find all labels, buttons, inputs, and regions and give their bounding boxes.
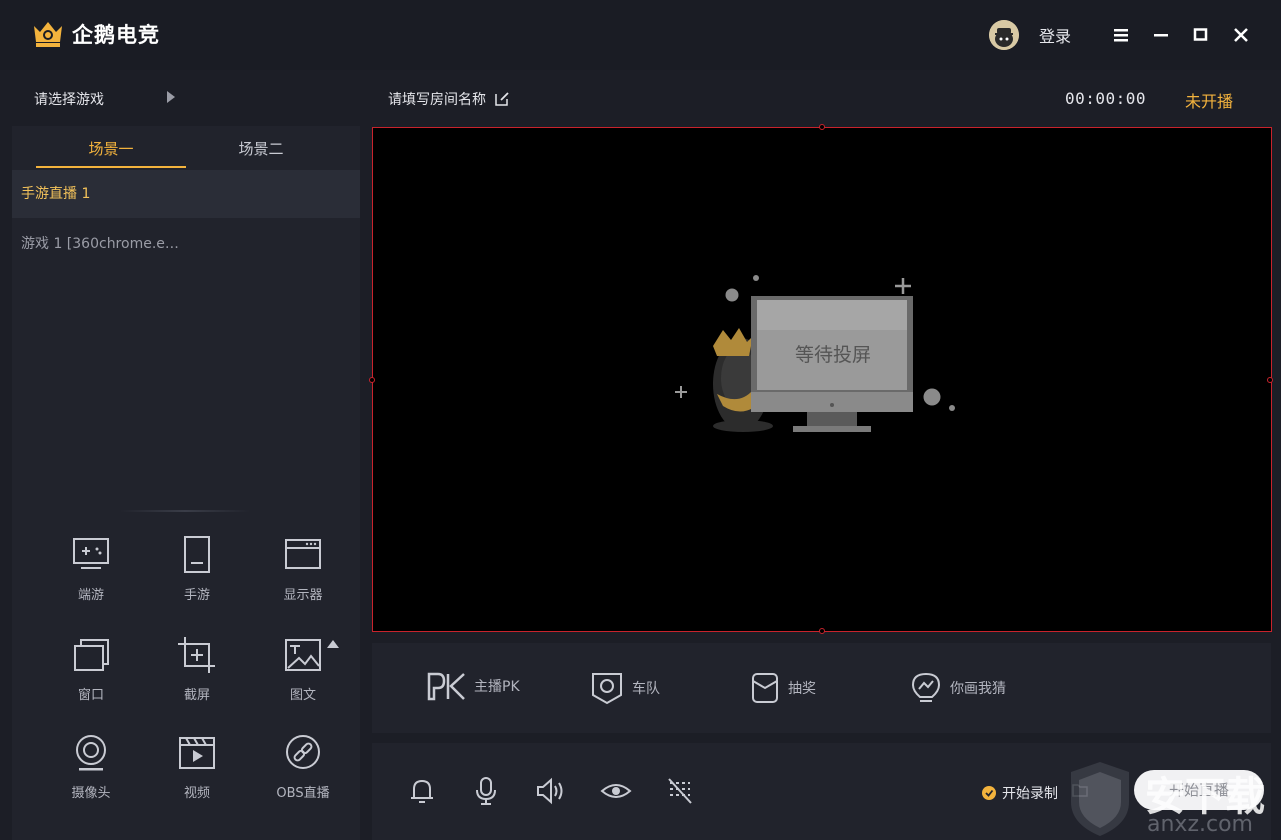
lottery-icon	[752, 673, 778, 703]
pc-game-icon	[73, 538, 109, 569]
tab-scene-1[interactable]: 场景一	[36, 138, 186, 159]
menu-icon	[1114, 29, 1128, 42]
maximize-icon	[1193, 28, 1208, 41]
bell-icon[interactable]	[406, 775, 438, 807]
check-icon	[985, 789, 994, 797]
user-avatar-icon	[988, 20, 1019, 50]
scene-tabs: 场景一 场景二	[12, 126, 360, 170]
feature-team-button[interactable]: 车队	[590, 671, 660, 705]
live-timer: 00:00:00	[1065, 89, 1147, 108]
mobile-game-icon	[184, 536, 210, 573]
room-name-text: 请填写房间名称	[388, 92, 486, 108]
source-image-text-button[interactable]: 图文	[248, 636, 358, 726]
login-link[interactable]: 登录	[1039, 23, 1071, 47]
source-label: OBS直播	[276, 786, 330, 801]
list-item[interactable]: 手游直播 1	[12, 170, 360, 218]
play-arrow-icon[interactable]	[166, 91, 176, 103]
source-pc-game-button[interactable]: 端游	[36, 536, 146, 626]
minimize-icon	[1154, 34, 1168, 37]
crown-logo-icon	[34, 22, 62, 47]
source-label: 端游	[77, 588, 104, 603]
close-icon	[1234, 28, 1248, 42]
title-bar: 企鹅电竞 登录	[0, 0, 1281, 70]
scene-panel: 场景一 场景二 手游直播 1 游戏 1 [360chrome.e… 端游 手游 …	[12, 126, 360, 840]
source-obs-button[interactable]: OBS直播	[248, 734, 358, 824]
image-text-icon	[285, 639, 339, 671]
app-logo: 企鹅电竞	[30, 16, 160, 52]
minimize-button[interactable]	[1141, 15, 1181, 55]
feature-bar: 主播PK 车队 抽奖 你画我猜	[372, 643, 1271, 733]
menu-button[interactable]	[1101, 15, 1141, 55]
eye-icon[interactable]	[600, 775, 632, 807]
room-name-field[interactable]: 请填写房间名称	[388, 89, 510, 109]
watermark: 安下载 anxz.com	[1065, 758, 1281, 840]
source-screenshot-button[interactable]: 截屏	[142, 636, 252, 726]
feature-label: 你画我猜	[950, 681, 1006, 697]
record-label: 开始录制	[1002, 786, 1058, 802]
source-label: 图文	[289, 688, 316, 703]
resize-handle-right[interactable]	[1267, 377, 1273, 383]
resize-handle-top[interactable]	[819, 124, 825, 130]
feature-draw-guess-button[interactable]: 你画我猜	[910, 671, 1006, 705]
window-icon	[74, 639, 109, 671]
source-mobile-game-button[interactable]: 手游	[142, 536, 252, 626]
source-camera-button[interactable]: 摄像头	[36, 734, 146, 824]
shield-icon	[1071, 762, 1129, 836]
source-window-button[interactable]: 窗口	[36, 636, 146, 726]
source-label: 显示器	[283, 588, 323, 603]
pk-icon	[427, 672, 465, 701]
draw-guess-icon	[911, 672, 941, 702]
record-checkbox[interactable]	[982, 786, 996, 800]
source-monitor-button[interactable]: 显示器	[248, 536, 358, 626]
game-select[interactable]: 请选择游戏	[34, 89, 104, 109]
feature-lottery-button[interactable]: 抽奖	[750, 671, 816, 705]
feature-pk-button[interactable]: 主播PK	[426, 671, 520, 701]
window-controls: 登录	[988, 0, 1281, 70]
watermark-sub: anxz.com	[1147, 812, 1253, 837]
resize-handle-left[interactable]	[369, 377, 375, 383]
camera-icon	[76, 735, 106, 771]
feature-label: 车队	[632, 681, 660, 697]
monitor-icon	[285, 539, 321, 569]
avatar[interactable]	[988, 20, 1019, 50]
video-icon	[179, 737, 215, 769]
source-label: 手游	[183, 588, 210, 603]
edit-icon[interactable]	[494, 91, 510, 107]
record-toggle[interactable]: 开始录制	[982, 783, 1058, 803]
source-label: 摄像头	[71, 786, 111, 801]
list-item[interactable]: 游戏 1 [360chrome.e…	[12, 220, 360, 268]
divider	[120, 510, 250, 512]
close-button[interactable]	[1221, 15, 1261, 55]
obs-link-icon	[286, 735, 320, 769]
microphone-icon[interactable]	[470, 775, 502, 807]
resize-handle-bottom[interactable]	[819, 628, 825, 634]
source-label: 截屏	[183, 688, 210, 703]
maximize-button[interactable]	[1181, 15, 1221, 55]
live-status-badge: 未开播	[1185, 92, 1234, 111]
tab-scene-2[interactable]: 场景二	[186, 138, 336, 159]
speaker-icon[interactable]	[534, 775, 566, 807]
source-label: 窗口	[77, 688, 104, 703]
app-name: 企鹅电竞	[72, 23, 160, 47]
active-tab-underline	[36, 166, 186, 168]
preview-canvas[interactable]: 等待投屏	[369, 124, 1273, 634]
source-video-button[interactable]: 视频	[142, 734, 252, 824]
effects-off-icon[interactable]	[664, 775, 696, 807]
room-info-bar: 请选择游戏 请填写房间名称 00:00:00 未开播	[0, 70, 1281, 126]
feature-label: 抽奖	[788, 681, 816, 697]
feature-label: 主播PK	[474, 679, 520, 695]
team-icon	[592, 673, 622, 705]
screenshot-icon	[178, 637, 215, 673]
waiting-text: 等待投屏	[794, 344, 871, 366]
source-label: 视频	[183, 786, 210, 801]
